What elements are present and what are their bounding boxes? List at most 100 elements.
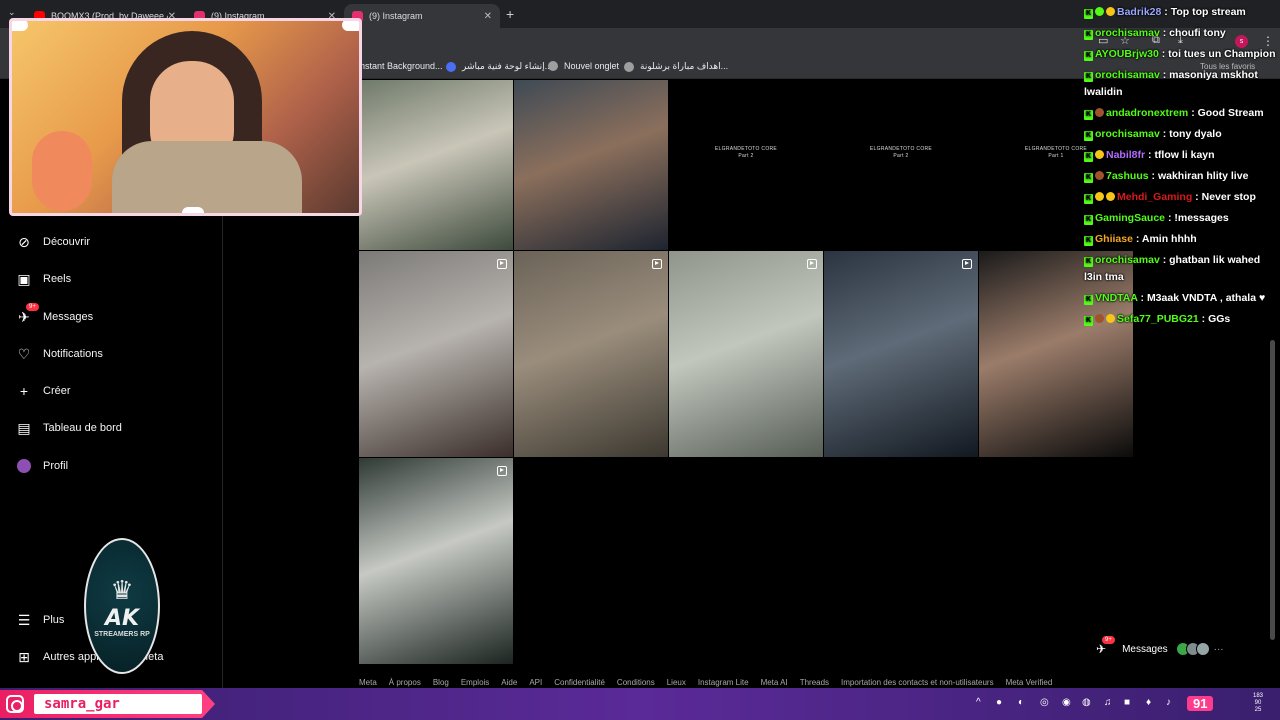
headset-icon[interactable]: ♫ — [1104, 697, 1112, 708]
post-tile[interactable] — [824, 251, 978, 457]
chat-text: toi tues un Champion — [1168, 48, 1276, 60]
sidebar-item-explore[interactable]: ⊘ Découvrir — [16, 234, 90, 250]
chat-username[interactable]: Ghiiase — [1095, 233, 1133, 245]
footer-link[interactable]: Confidentialité — [554, 678, 605, 687]
chat-message: K Mehdi_Gaming : Never stop — [1084, 189, 1280, 206]
chat-badge-icon — [1095, 192, 1104, 201]
messages-label: Messages — [1122, 643, 1168, 655]
app-icon[interactable]: ● — [996, 697, 1002, 708]
chat-text: GGs — [1208, 313, 1231, 325]
chat-username[interactable]: Badrik28 — [1117, 6, 1161, 18]
chrome-icon[interactable]: ◍ — [1082, 697, 1091, 708]
more-icon: ··· — [1213, 643, 1224, 655]
sidebar-item-label: Messages — [43, 311, 94, 323]
globe-icon — [624, 61, 634, 72]
app-icon[interactable]: ◎ — [1040, 697, 1049, 708]
mic-icon[interactable]: ♦ — [1146, 697, 1151, 708]
chat-separator: : — [1137, 292, 1147, 304]
plush-toy — [32, 131, 92, 211]
reel-icon — [962, 259, 972, 269]
chat-username[interactable]: orochisamav — [1095, 27, 1160, 39]
app-icon[interactable]: ◐ — [1018, 697, 1024, 708]
footer-link[interactable]: Importation des contacts et non-utilisat… — [841, 678, 994, 687]
streamer-name-banner: samra_gar — [0, 690, 215, 718]
close-tab-icon[interactable]: ✕ — [484, 11, 492, 22]
tray-chevron-icon[interactable]: ^ — [976, 697, 981, 708]
footer-link[interactable]: Aide — [501, 678, 517, 687]
chat-username[interactable]: Nabil8fr — [1106, 149, 1145, 161]
chat-message: Korochisamav : choufi tony — [1084, 25, 1280, 42]
logo-subtitle: STREAMERS RP — [94, 630, 150, 638]
chat-text: Good Stream — [1197, 107, 1264, 119]
bookmark-item[interactable]: اهداف مباراة برشلونة... — [624, 61, 728, 72]
chat-username[interactable]: Sefa77_PUBG21 — [1117, 313, 1199, 325]
reel-icon — [497, 466, 507, 476]
footer-link[interactable]: Lieux — [667, 678, 686, 687]
footer-link[interactable]: Threads — [800, 678, 829, 687]
post-tile[interactable] — [359, 458, 513, 664]
chat-text: M3aak VNDTA , athala ♥ — [1146, 292, 1266, 304]
chat-separator: : — [1158, 48, 1169, 60]
post-tile[interactable] — [514, 251, 668, 457]
post-tile[interactable]: ELGRANDETOTO CORE Part 2 — [824, 80, 978, 250]
kick-icon: K — [1084, 295, 1093, 305]
chat-text: Never stop — [1201, 191, 1256, 203]
tab-instagram-2[interactable]: (9) Instagram ✕ — [344, 4, 500, 28]
chat-separator: : — [1198, 313, 1209, 325]
footer-link[interactable]: Emplois — [461, 678, 489, 687]
dashboard-icon: ▤ — [17, 419, 31, 436]
sidebar-item-notifications[interactable]: ♡ Notifications — [16, 346, 103, 362]
bookmark-item[interactable]: Nouvel onglet — [548, 61, 619, 71]
footer-link[interactable]: Meta Verified — [1006, 678, 1053, 687]
apps-icon: ⊞ — [18, 648, 30, 665]
footer-link[interactable]: Instagram Lite — [698, 678, 749, 687]
avatar — [1195, 642, 1210, 656]
post-tile[interactable] — [359, 80, 513, 250]
page-scrollbar[interactable] — [1270, 340, 1275, 640]
sidebar-item-dashboard[interactable]: ▤ Tableau de bord — [16, 420, 122, 436]
avatar-icon — [16, 458, 32, 474]
chat-username[interactable]: GamingSauce — [1095, 212, 1165, 224]
chat-username[interactable]: Mehdi_Gaming — [1117, 191, 1192, 203]
footer-link[interactable]: Meta AI — [761, 678, 788, 687]
chat-username[interactable]: orochisamav — [1095, 128, 1160, 140]
chat-username[interactable]: 7ashuus — [1106, 170, 1149, 182]
post-cover-text: ELGRANDETOTO CORE Part 2 — [714, 146, 778, 159]
sidebar-item-more[interactable]: ☰ Plus — [16, 612, 65, 628]
cloud-decoration — [12, 21, 28, 31]
footer-link[interactable]: Meta — [359, 678, 377, 687]
footer-link[interactable]: Blog — [433, 678, 449, 687]
new-tab-button[interactable]: + — [506, 6, 514, 22]
post-tile[interactable] — [669, 251, 823, 457]
kick-viewer-count: 91 — [1187, 696, 1214, 711]
kick-icon: K — [1084, 9, 1093, 19]
mic-icon[interactable]: ♪ — [1166, 697, 1171, 708]
bookmark-item[interactable]: nstant Background... — [360, 61, 443, 71]
footer-link[interactable]: Conditions — [617, 678, 655, 687]
sidebar-item-profile[interactable]: Profil — [16, 458, 68, 474]
post-tile[interactable] — [359, 251, 513, 457]
kick-icon: K — [1084, 316, 1093, 326]
footer-link[interactable]: API — [529, 678, 542, 687]
chat-message: K 7ashuus : wakhiran hlity live — [1084, 168, 1280, 185]
bookmark-item[interactable]: إنشاء لوحة فنية مباشر... — [446, 61, 552, 72]
chat-username[interactable]: VNDTAA — [1095, 292, 1138, 304]
sidebar-item-reels[interactable]: ▣ Reels — [16, 271, 71, 287]
chat-username[interactable]: AYOUBrjw30 — [1095, 48, 1159, 60]
footer-link[interactable]: À propos — [389, 678, 421, 687]
sidebar-item-messages[interactable]: ✈ 9+ Messages — [16, 303, 94, 325]
chat-username[interactable]: orochisamav — [1095, 254, 1160, 266]
sidebar-item-label: Reels — [43, 273, 72, 285]
messages-floating-button[interactable]: ✈ 9+ Messages ··· — [1090, 636, 1240, 662]
chat-badge-icon — [1106, 192, 1115, 201]
chat-username[interactable]: andadronextrem — [1106, 107, 1188, 119]
post-tile[interactable] — [514, 80, 668, 250]
app-icon[interactable]: ■ — [1124, 697, 1130, 708]
chat-username[interactable]: orochisamav — [1095, 69, 1160, 81]
kick-icon: K — [1084, 110, 1093, 120]
post-tile[interactable]: ELGRANDETOTO CORE Part 2 — [669, 80, 823, 250]
sidebar-item-create[interactable]: + Créer — [16, 383, 71, 399]
sidebar-item-label: Notifications — [43, 348, 103, 360]
app-icon[interactable]: ◉ — [1062, 697, 1071, 708]
tab-search-chevron-icon[interactable]: ⌄ — [8, 7, 16, 18]
